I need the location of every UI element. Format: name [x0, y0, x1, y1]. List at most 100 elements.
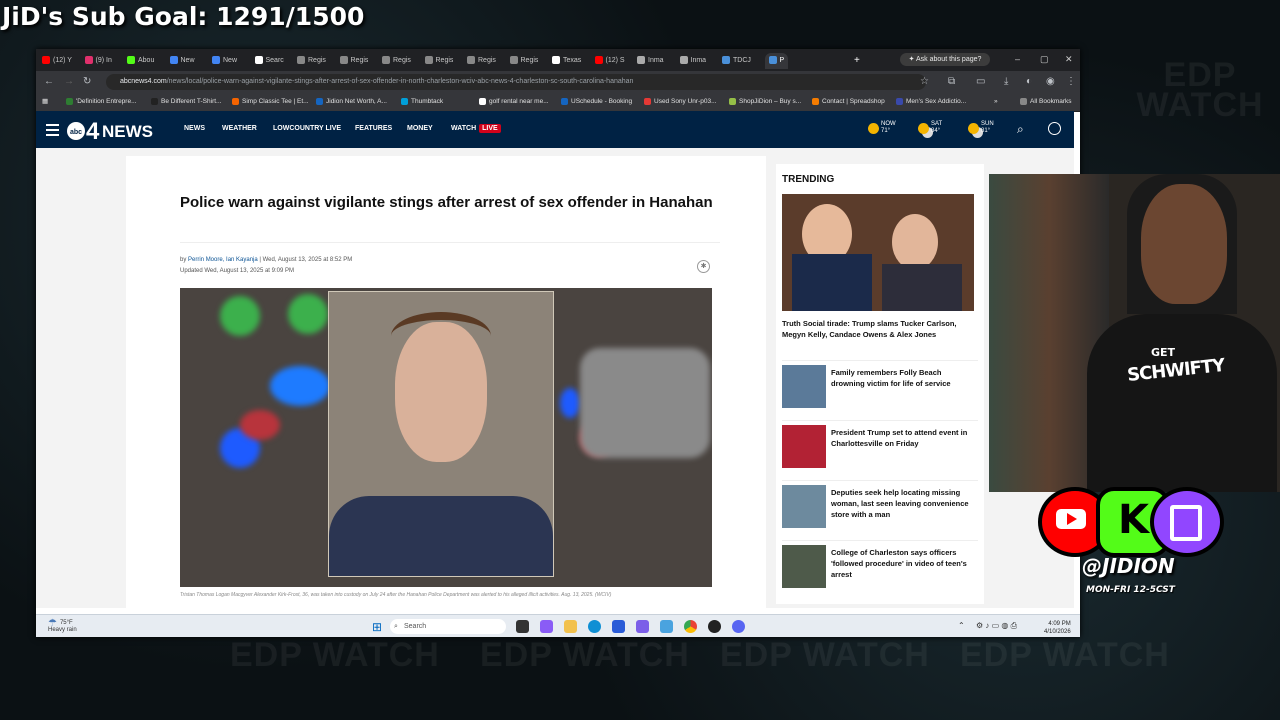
bookmark-star-icon[interactable]: ☆ [920, 76, 929, 87]
bookmark-favicon [232, 97, 239, 105]
bookmark-item[interactable]: Thumbtack [401, 96, 443, 108]
trending-title[interactable]: Family remembers Folly Beach drowning vi… [831, 367, 977, 389]
menu-dots-icon[interactable]: ⋮ [1066, 76, 1076, 87]
extensions-icon[interactable]: ⧉ [948, 76, 955, 87]
bookmark-item[interactable]: Men's Sex Addictio... [896, 96, 966, 108]
bookmark-item[interactable]: USchedule - Booking [561, 96, 632, 108]
weather-sun[interactable]: SUN 81° [968, 121, 994, 135]
cast-icon[interactable]: ▭ [976, 76, 985, 87]
browser-tab[interactable]: Regis [509, 53, 538, 69]
trending-thumbnail[interactable] [782, 545, 826, 588]
trending-item[interactable]: Family remembers Folly Beach drowning vi… [782, 360, 978, 409]
trending-title[interactable]: President Trump set to attend event in C… [831, 427, 977, 449]
account-icon[interactable]: ◉ [1046, 76, 1055, 87]
windows-start-icon[interactable]: ⊞ [372, 620, 382, 634]
browser-tab[interactable]: TDCJ [722, 53, 751, 69]
search-icon[interactable]: ⌕ [1017, 122, 1024, 137]
trending-title[interactable]: Deputies seek help locating missing woma… [831, 487, 977, 520]
more-bookmarks-icon[interactable]: » [994, 96, 998, 108]
bookmark-item[interactable]: golf rental near me... [479, 96, 549, 108]
nav-features[interactable]: FEATURES [355, 125, 392, 132]
close-icon[interactable]: ✕ [1065, 54, 1073, 65]
app-icon[interactable] [708, 620, 721, 633]
profile-icon[interactable]: ◐ [1026, 76, 1032, 87]
maximize-icon[interactable]: ▢ [1040, 54, 1049, 65]
nav-watch[interactable]: WATCH LIVE [451, 124, 501, 133]
file-explorer-icon[interactable] [564, 620, 577, 633]
browser-tab[interactable]: (9) In [84, 53, 112, 69]
abc-news-4-logo[interactable]: abc 4 NEWS [66, 116, 174, 144]
apps-icon[interactable]: ▦ [42, 96, 48, 108]
accessibility-icon[interactable]: ✱ [697, 260, 710, 273]
trending-thumbnail[interactable] [782, 365, 826, 408]
store-icon[interactable] [612, 620, 625, 633]
taskbar-clock[interactable]: 4:09 PM 4/10/2026 [1044, 620, 1071, 636]
trending-item[interactable]: President Trump set to attend event in C… [782, 420, 978, 469]
weather-sat[interactable]: SAT 84° [918, 121, 942, 135]
bookmark-item[interactable]: Contact | Spreadshop [812, 96, 885, 108]
browser-tab[interactable]: (12) Y [42, 53, 72, 69]
forward-icon[interactable]: → [64, 76, 74, 87]
tray-icons[interactable]: ⚙ ♪ ▭ ◍ ⎙ [976, 621, 1017, 631]
reload-icon[interactable]: ↻ [83, 76, 91, 87]
author-links[interactable]: Perrin Moore, Ian Kayanja [188, 257, 258, 263]
edge-icon[interactable] [588, 620, 601, 633]
nav-lowcountry-live[interactable]: LOWCOUNTRY LIVE [273, 125, 341, 132]
bookmark-item[interactable]: Used Sony Unr-p03... [644, 96, 717, 108]
browser-tab[interactable]: Regis [297, 53, 326, 69]
trending-item[interactable]: College of Charleston says officers 'fol… [782, 540, 978, 589]
all-bookmarks[interactable]: All Bookmarks [1020, 96, 1072, 108]
bookmark-item[interactable]: ShopJiDion – Buy s... [729, 96, 801, 108]
trending-hero-image[interactable] [782, 194, 974, 311]
bookmark-item[interactable]: Simp Classic Tee | Et... [232, 96, 309, 108]
download-icon[interactable]: ⤓ [1004, 76, 1008, 87]
ask-about-page-button[interactable]: ✦ Ask about this page? [900, 53, 990, 66]
browser-tab[interactable]: New [169, 53, 195, 69]
trending-thumbnail[interactable] [782, 485, 826, 528]
user-account-icon[interactable] [1048, 122, 1061, 135]
nav-weather[interactable]: WEATHER [222, 125, 257, 132]
logo-number: 4 [86, 118, 100, 144]
browser-tab[interactable]: Regis [467, 53, 496, 69]
back-icon[interactable]: ← [44, 76, 54, 87]
bookmark-item[interactable]: 'Definition Entrepre... [66, 96, 137, 108]
browser-tab[interactable]: Inma [679, 53, 706, 69]
nav-money[interactable]: MONEY [407, 125, 433, 132]
browser-tab[interactable]: Searc [254, 53, 284, 69]
browser-tab[interactable]: P [764, 53, 789, 69]
discord-icon[interactable] [732, 620, 745, 633]
task-view-icon[interactable] [516, 620, 529, 633]
trending-item[interactable]: Deputies seek help locating missing woma… [782, 480, 978, 529]
new-tab-button[interactable]: + [854, 53, 860, 69]
taskbar-search[interactable]: ⌕ Search [390, 619, 506, 634]
browser-tab[interactable]: New [212, 53, 237, 69]
chrome-icon[interactable] [684, 620, 697, 633]
hamburger-menu-icon[interactable] [46, 124, 59, 139]
taskbar-weather[interactable]: ☂ 75°F Heavy rain [48, 619, 77, 634]
copilot-icon[interactable] [540, 620, 553, 633]
browser-tab[interactable]: Regis [382, 53, 411, 69]
bookmark-label: Men's Sex Addictio... [906, 98, 967, 105]
browser-tab[interactable]: Abou [127, 53, 154, 69]
tray-chevron-icon[interactable]: ⌃ [958, 621, 965, 630]
all-bookmarks-label: All Bookmarks [1030, 98, 1072, 105]
trending-thumbnail[interactable] [782, 425, 826, 468]
tab-label: Regis [350, 57, 369, 64]
trending-hero-title[interactable]: Truth Social tirade: Trump slams Tucker … [782, 318, 974, 340]
app-icon[interactable] [660, 620, 673, 633]
minimize-icon[interactable]: – [1015, 54, 1020, 64]
app-icon[interactable] [636, 620, 649, 633]
trending-title[interactable]: College of Charleston says officers 'fol… [831, 547, 977, 580]
article-photo[interactable] [180, 288, 712, 587]
bookmark-item[interactable]: Be Different T-Shirt... [151, 96, 221, 108]
publish-date: | Wed, August 13, 2025 at 8:52 PM [259, 257, 353, 263]
browser-tab[interactable]: Regis [339, 53, 369, 69]
weather-now[interactable]: NOW 71° [868, 121, 896, 135]
browser-tab[interactable]: Texas [552, 53, 581, 69]
browser-tab[interactable]: Regis [424, 53, 453, 69]
nav-news[interactable]: NEWS [184, 125, 205, 132]
browser-tab[interactable]: (12) S [594, 53, 625, 69]
url-input[interactable]: abcnews4.com/news/local/police-warn-agai… [106, 74, 926, 90]
bookmark-item[interactable]: Jidion Net Worth, A... [316, 96, 387, 108]
browser-tab[interactable]: Inma [637, 53, 664, 69]
